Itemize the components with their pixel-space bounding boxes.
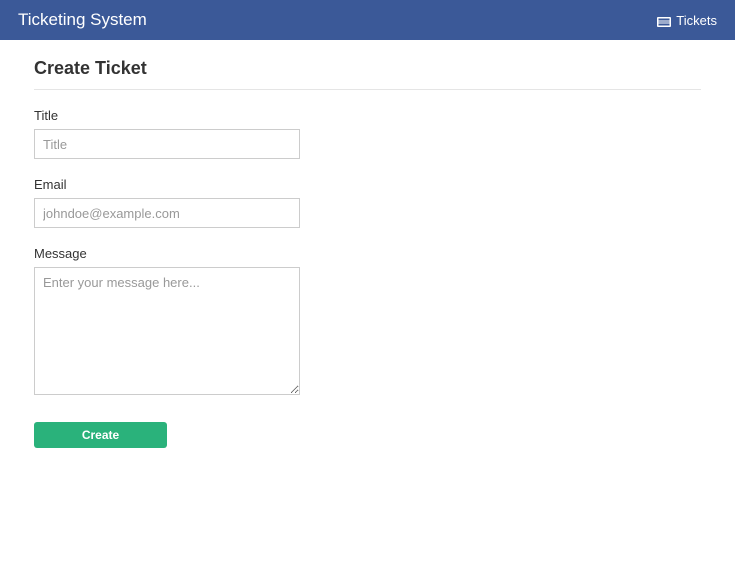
create-button[interactable]: Create — [34, 422, 167, 448]
form-group-message: Message — [34, 246, 701, 398]
title-label: Title — [34, 108, 701, 123]
page-title: Create Ticket — [34, 58, 701, 79]
tickets-link-label: Tickets — [676, 13, 717, 28]
ticket-icon — [657, 15, 671, 25]
form-group-email: Email — [34, 177, 701, 228]
email-label: Email — [34, 177, 701, 192]
navbar: Ticketing System Tickets — [0, 0, 735, 40]
create-ticket-form: Title Email Message Create — [34, 108, 701, 448]
navbar-nav: Tickets — [657, 13, 717, 28]
divider — [34, 89, 701, 90]
message-label: Message — [34, 246, 701, 261]
tickets-link[interactable]: Tickets — [657, 13, 717, 28]
title-input[interactable] — [34, 129, 300, 159]
form-group-title: Title — [34, 108, 701, 159]
navbar-brand[interactable]: Ticketing System — [18, 10, 147, 30]
message-textarea[interactable] — [34, 267, 300, 395]
email-input[interactable] — [34, 198, 300, 228]
main-container: Create Ticket Title Email Message Create — [0, 40, 735, 466]
